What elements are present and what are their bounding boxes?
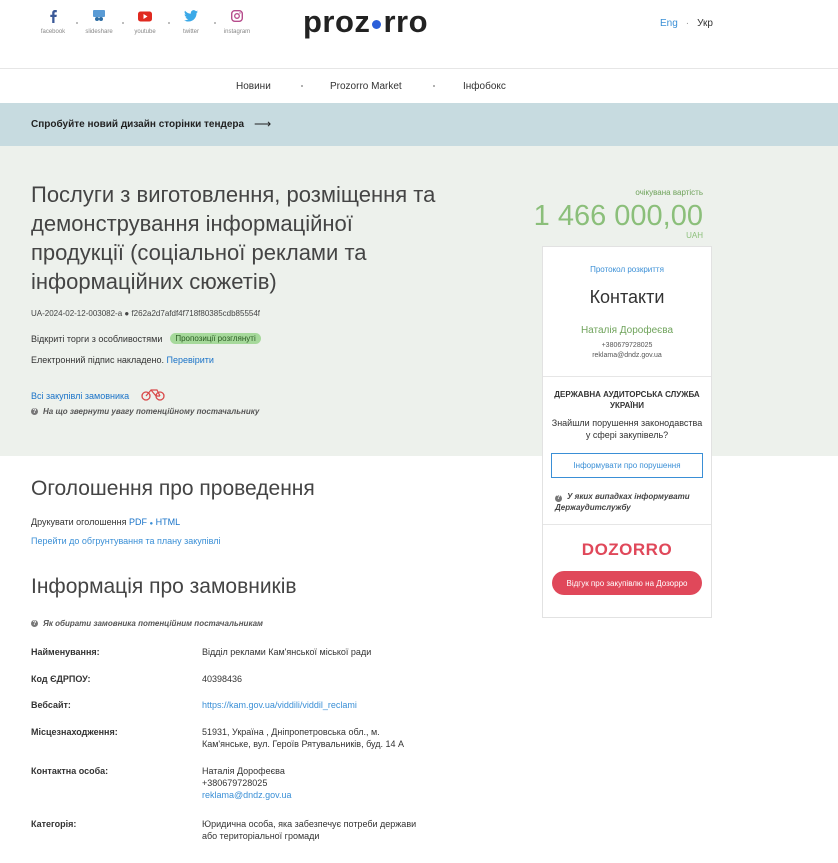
contacts-title: Контакти — [589, 287, 665, 307]
question-icon: ? — [31, 408, 38, 415]
social-instagram[interactable]: instagram — [214, 8, 260, 35]
twitter-icon — [168, 8, 214, 24]
new-design-banner[interactable]: Спробуйте новий дизайн сторінки тендера … — [0, 103, 838, 146]
status-badge: Пропозиції розглянуті — [170, 333, 261, 344]
logo-text-right: rro — [383, 4, 429, 39]
website-link[interactable]: https://kam.gov.ua/viddili/viddil_reclam… — [202, 700, 357, 710]
main-nav: Новини Prozorro Market Інфобокс — [0, 68, 838, 103]
opening-protocol-link[interactable]: Протокол розкриття — [543, 265, 711, 274]
audit-service-title: ДЕРЖАВНА АУДИТОРСЬКА СЛУЖБА УКРАЇНИ — [554, 390, 700, 410]
contact-phone: +380679728025 — [601, 342, 653, 349]
contact-person-email[interactable]: reklama@dndz.gov.ua — [202, 789, 417, 801]
report-violation-button[interactable]: Інформувати про порушення — [551, 453, 703, 478]
audit-question: Знайшли порушення законодавства у сфері … — [551, 418, 703, 440]
expected-cost-value: 1 466 000,00 — [533, 200, 703, 232]
prozorro-logo[interactable]: proz rro — [303, 4, 428, 40]
row-label: Код ЄДРПОУ: — [31, 674, 91, 684]
youtube-icon — [122, 8, 168, 24]
row-label: Найменування: — [31, 647, 100, 657]
social-facebook[interactable]: facebook — [30, 8, 78, 35]
social-links: facebook slideshare youtube twitter inst… — [30, 8, 260, 35]
social-slideshare[interactable]: slideshare — [76, 8, 124, 35]
tender-id: UA-2024-02-12-003082-a ● f262a2d7afdf4f7… — [31, 309, 261, 318]
nav-item-news[interactable]: Новини — [236, 81, 271, 92]
question-icon: ? — [555, 495, 562, 502]
top-bar: facebook slideshare youtube twitter inst… — [0, 0, 838, 68]
contact-person: Наталія Дорофеєва — [580, 325, 674, 336]
customers-heading: Інформація про замовників — [31, 575, 297, 598]
row-label: Вебсайт: — [31, 700, 71, 710]
customer-choice-hint[interactable]: ? Як обирати замовника потенційним поста… — [31, 619, 263, 628]
customer-choice-hint-text[interactable]: Як обирати замовника потенційним постача… — [43, 619, 263, 628]
row-value: 40398436 — [202, 674, 243, 684]
instagram-icon — [214, 8, 260, 24]
tender-hero: Послуги з виготовлення, розміщення та де… — [0, 146, 838, 456]
announcement-heading: Оголошення про проведення — [31, 477, 315, 500]
procurement-plan-link[interactable]: Перейти до обгрунтування та плану закупі… — [31, 536, 220, 546]
dozorro-review-button[interactable]: Відгук про закупівлю на Дозорро — [552, 571, 702, 595]
row-label: Категорія: — [31, 819, 77, 829]
verify-signature-link[interactable]: Перевірити — [166, 355, 213, 365]
contact-person-phone: +380679728025 — [202, 778, 268, 788]
contact-email: reklama@dndz.gov.ua — [592, 352, 662, 359]
facebook-icon — [30, 8, 76, 24]
row-value: Юридична особа, яка забезпечує потреби д… — [202, 819, 417, 841]
social-label: facebook — [40, 29, 66, 35]
slideshare-icon — [76, 8, 122, 24]
banner-text[interactable]: Спробуйте новий дизайн сторінки тендера — [31, 119, 244, 130]
lang-separator: · — [685, 18, 690, 29]
divider — [543, 524, 711, 525]
social-label: instagram — [223, 29, 251, 35]
procedure-type: Відкриті торги з особливостями — [31, 333, 163, 344]
nav-item-infobox[interactable]: Інфобокс — [463, 81, 506, 92]
print-html-link[interactable]: HTML — [156, 517, 181, 527]
social-youtube[interactable]: youtube — [122, 8, 170, 35]
signature-text: Електронний підпис накладено. — [31, 355, 164, 365]
print-separator: ● — [149, 521, 154, 527]
when-to-inform-text[interactable]: У яких випадках інформувати Держаудитслу… — [555, 492, 690, 512]
language-switcher: Eng · Укр — [660, 18, 713, 29]
procedure-status: Відкриті торги з особливостями Пропозиці… — [31, 333, 261, 344]
lang-uk-link[interactable]: Укр — [697, 18, 713, 29]
when-to-inform-hint[interactable]: ? У яких випадках інформувати Держаудитсл… — [555, 491, 705, 513]
lang-en-link[interactable]: Eng — [660, 18, 678, 29]
tender-title: Послуги з виготовлення, розміщення та де… — [31, 182, 436, 294]
question-icon: ? — [31, 620, 38, 627]
nav-item-market[interactable]: Prozorro Market — [330, 81, 402, 92]
all-purchases-row: Всі закупівлі замовника — [31, 387, 165, 404]
social-twitter[interactable]: twitter — [168, 8, 216, 35]
print-label: Друкувати оголошення — [31, 517, 127, 527]
social-label: twitter — [182, 29, 199, 35]
expected-cost-label: очікувана вартість — [635, 188, 703, 197]
print-pdf-link[interactable]: PDF — [129, 517, 147, 527]
logo-text-left: proz — [303, 4, 371, 39]
logo-dot-icon — [372, 20, 382, 29]
bicycle-icon[interactable] — [141, 387, 165, 404]
supplier-hint[interactable]: ? На що звернути увагу потенційному пост… — [31, 407, 259, 416]
row-label: Контактна особа: — [31, 766, 109, 776]
social-label: slideshare — [85, 29, 113, 35]
divider — [543, 376, 711, 377]
arrow-right-icon[interactable]: ⟶ — [254, 117, 271, 131]
row-label: Місцезнаходження: — [31, 727, 118, 737]
signature-row: Електронний підпис накладено. Перевірити — [31, 355, 214, 365]
dozorro-logo: DOZORRO — [581, 540, 673, 559]
supplier-hint-text[interactable]: На що звернути увагу потенційному постач… — [43, 407, 259, 416]
row-value: 51931, Україна , Дніпропетровська обл., … — [202, 727, 405, 749]
social-label: youtube — [134, 29, 156, 35]
contact-person-name: Наталія Дорофеєва — [202, 766, 285, 776]
currency-label: UAH — [686, 231, 703, 240]
print-announcement-row: Друкувати оголошення PDF ● HTML — [31, 517, 180, 527]
all-purchases-link[interactable]: Всі закупівлі замовника — [31, 391, 129, 401]
contacts-card: Протокол розкриття Контакти Наталія Доро… — [542, 246, 712, 618]
row-value: Відділ реклами Кам'янської міської ради — [202, 647, 372, 657]
